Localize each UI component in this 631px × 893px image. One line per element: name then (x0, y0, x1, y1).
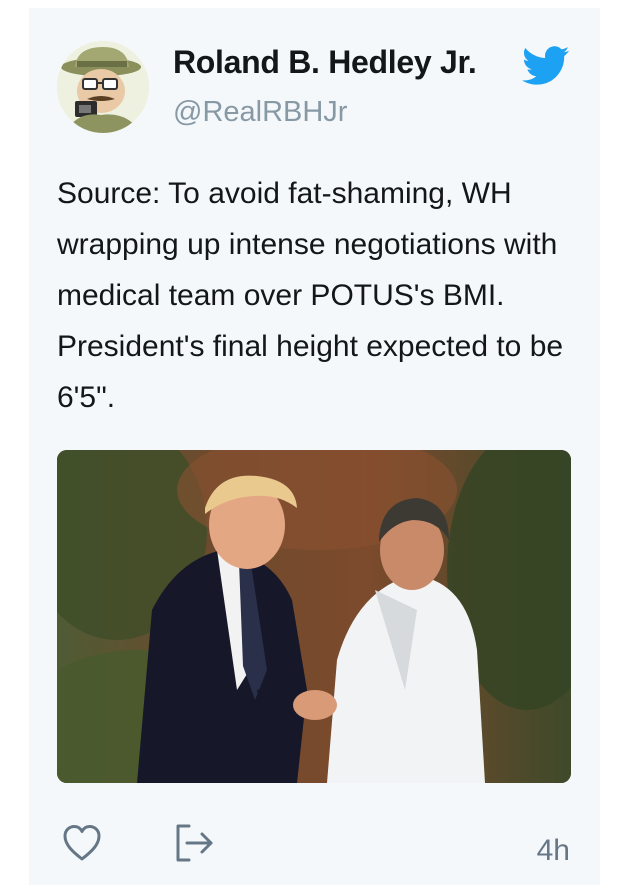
tweet-text: Source: To avoid fat-shaming, WH wrappin… (57, 177, 564, 414)
tweet-timestamp[interactable]: 4h (537, 834, 570, 868)
twitter-logo-icon (522, 46, 570, 85)
heart-icon (63, 825, 101, 861)
share-button[interactable] (173, 822, 217, 864)
share-icon (176, 824, 213, 862)
tweet-card[interactable]: Roland B. Hedley Jr. @RealRBHJr Source: … (29, 8, 600, 885)
like-button[interactable] (61, 823, 103, 863)
author-handle[interactable]: @RealRBHJr (173, 96, 347, 129)
author-avatar[interactable] (57, 41, 149, 133)
cartoon-reporter-avatar-icon (57, 41, 149, 133)
two-men-shaking-hands-photo-icon (57, 450, 571, 783)
twitter-bird-icon[interactable] (522, 46, 570, 86)
author-display-name[interactable]: Roland B. Hedley Jr. (173, 44, 477, 81)
tweet-photo[interactable] (57, 450, 571, 783)
